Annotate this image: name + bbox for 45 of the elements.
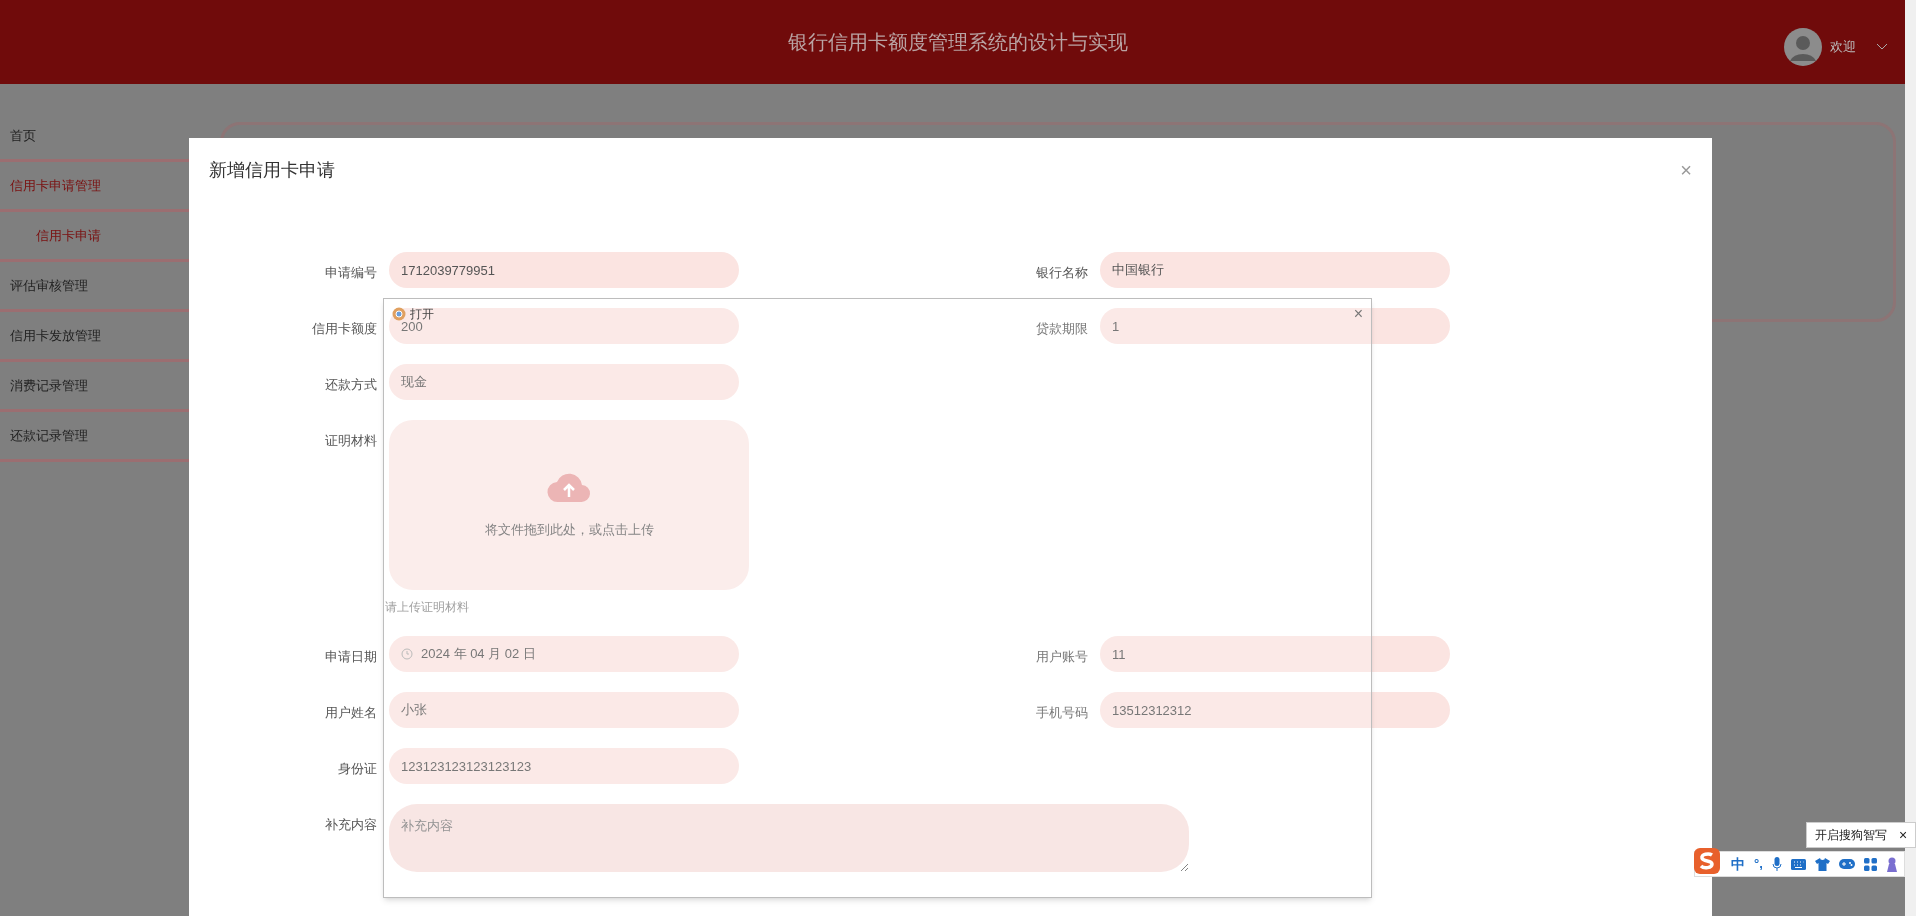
keyboard-icon[interactable] bbox=[1790, 858, 1806, 870]
field-label: 还款方式 bbox=[325, 377, 377, 392]
field-label: 用户姓名 bbox=[325, 705, 377, 720]
app-title: 银行信用卡额度管理系统的设计与实现 bbox=[788, 30, 1128, 55]
textarea-field[interactable]: 补充内容 bbox=[389, 804, 1189, 872]
input-field[interactable]: 1712039779951 bbox=[389, 252, 739, 288]
field-label: 身份证 bbox=[338, 761, 377, 776]
input-field[interactable]: 中国银行 bbox=[1100, 252, 1450, 288]
dialog-title: 新增信用卡申请 bbox=[209, 158, 335, 182]
tooltip-text: 开启搜狗智写 bbox=[1815, 827, 1887, 844]
field-label: 申请编号 bbox=[325, 265, 377, 280]
input-field[interactable]: 小张 bbox=[389, 692, 739, 728]
upload-hint: 请上传证明材料 bbox=[385, 599, 470, 616]
field-label: 银行名称 bbox=[1036, 265, 1088, 280]
field-label: 手机号码 bbox=[1036, 705, 1088, 720]
browser-icon bbox=[392, 307, 406, 321]
close-button[interactable]: × bbox=[1680, 160, 1692, 180]
chevron-down-icon[interactable] bbox=[1876, 43, 1888, 51]
input-field[interactable]: 现金 bbox=[389, 364, 739, 400]
field-label: 申请日期 bbox=[325, 649, 377, 664]
ime-mode[interactable]: 中 bbox=[1731, 853, 1745, 875]
figure-icon[interactable] bbox=[1885, 856, 1898, 872]
input-field[interactable]: 11 bbox=[1100, 636, 1450, 672]
ime-logo-icon[interactable] bbox=[1693, 847, 1721, 875]
clock-icon bbox=[401, 648, 413, 660]
date-field[interactable]: 2024 年 04 月 02 日 bbox=[389, 636, 739, 672]
gamepad-icon[interactable] bbox=[1838, 858, 1855, 870]
input-field[interactable]: 123123123123123123 bbox=[389, 748, 739, 784]
field-label: 证明材料 bbox=[325, 433, 377, 448]
microphone-icon[interactable] bbox=[1771, 856, 1782, 872]
close-button[interactable]: × bbox=[1353, 306, 1363, 322]
close-button[interactable]: × bbox=[1899, 828, 1908, 842]
field-label: 补充内容 bbox=[325, 817, 377, 832]
input-field[interactable]: 13512312312 bbox=[1100, 692, 1450, 728]
grid-icon[interactable] bbox=[1863, 857, 1877, 871]
window-title: 打开 bbox=[410, 306, 434, 322]
ime-punctuation[interactable]: °, bbox=[1754, 854, 1763, 874]
user-greeting[interactable]: 欢迎 bbox=[1830, 37, 1856, 57]
field-label: 信用卡额度 bbox=[312, 321, 377, 336]
field-label: 贷款期限 bbox=[1036, 321, 1088, 336]
upload-instruction: 将文件拖到此处，或点击上传 bbox=[484, 521, 654, 540]
shirt-icon[interactable] bbox=[1814, 857, 1830, 871]
upload-dropzone[interactable]: 将文件拖到此处，或点击上传 bbox=[389, 420, 749, 590]
field-label: 用户账号 bbox=[1036, 649, 1088, 664]
avatar-icon[interactable] bbox=[1784, 28, 1822, 66]
